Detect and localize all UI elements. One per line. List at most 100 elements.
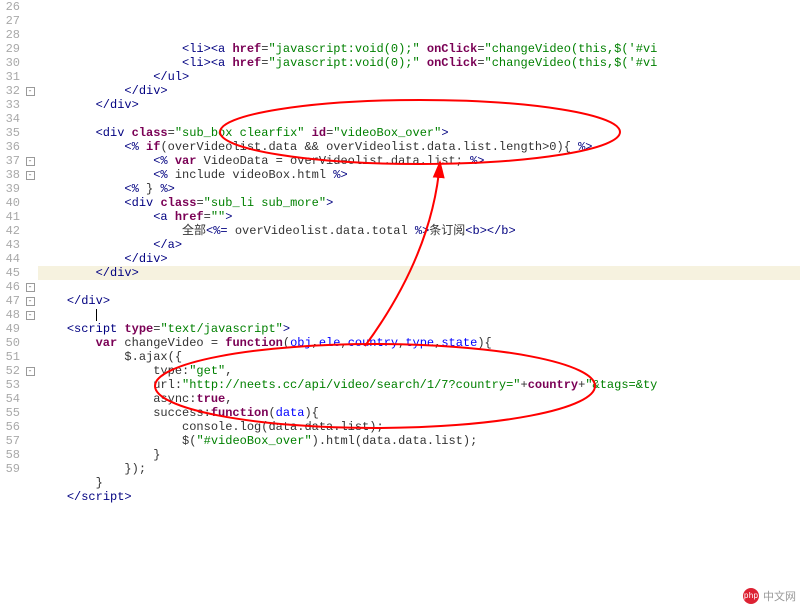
code-line[interactable]: <script type="text/javascript"> [38, 322, 800, 336]
fold-marker [22, 378, 38, 392]
fold-marker [22, 56, 38, 70]
fold-marker [22, 336, 38, 350]
line-number: 55 [0, 406, 22, 420]
fold-marker [22, 14, 38, 28]
line-number: 58 [0, 448, 22, 462]
line-numbers: 2627282930313233343536373839404142434445… [0, 0, 22, 606]
code-line[interactable] [38, 504, 800, 518]
line-number: 54 [0, 392, 22, 406]
code-line[interactable]: </div> [38, 294, 800, 308]
code-line[interactable]: <a href=""> [38, 210, 800, 224]
fold-marker [22, 126, 38, 140]
fold-minus-icon[interactable]: - [26, 367, 35, 376]
watermark-text: 中文网 [763, 588, 796, 604]
code-editor: 2627282930313233343536373839404142434445… [0, 0, 800, 606]
code-line[interactable] [38, 280, 800, 294]
code-line[interactable]: </div> [38, 84, 800, 98]
fold-minus-icon[interactable]: - [26, 283, 35, 292]
code-line[interactable]: }); [38, 462, 800, 476]
code-line[interactable]: </ul> [38, 70, 800, 84]
fold-minus-icon[interactable]: - [26, 171, 35, 180]
code-line[interactable]: 全部<%= overVideolist.data.total %>条订阅<b><… [38, 224, 800, 238]
fold-marker[interactable]: - [22, 294, 38, 308]
code-area[interactable]: <li><a href="javascript:void(0);" onClic… [38, 0, 800, 606]
fold-marker [22, 252, 38, 266]
text-caret [96, 309, 97, 321]
code-line[interactable]: <% include videoBox.html %> [38, 168, 800, 182]
gutter: 2627282930313233343536373839404142434445… [0, 0, 38, 606]
fold-marker[interactable]: - [22, 84, 38, 98]
fold-marker [22, 140, 38, 154]
fold-marker[interactable]: - [22, 168, 38, 182]
fold-marker [22, 392, 38, 406]
fold-marker [22, 0, 38, 14]
fold-minus-icon[interactable]: - [26, 297, 35, 306]
line-number: 31 [0, 70, 22, 84]
fold-marker[interactable]: - [22, 154, 38, 168]
line-number: 41 [0, 210, 22, 224]
code-line[interactable]: <div class="sub_box clearfix" id="videoB… [38, 126, 800, 140]
code-line[interactable]: success:function(data){ [38, 406, 800, 420]
fold-marker [22, 266, 38, 280]
fold-marker [22, 112, 38, 126]
line-number: 39 [0, 182, 22, 196]
fold-marker [22, 210, 38, 224]
line-number: 56 [0, 420, 22, 434]
line-number: 32 [0, 84, 22, 98]
line-number: 51 [0, 350, 22, 364]
line-number: 35 [0, 126, 22, 140]
code-line[interactable]: </script> [38, 490, 800, 504]
code-line[interactable] [38, 112, 800, 126]
line-number: 34 [0, 112, 22, 126]
line-number: 45 [0, 266, 22, 280]
code-line[interactable]: </div> [38, 266, 800, 280]
code-line[interactable]: <% if(overVideolist.data && overVideolis… [38, 140, 800, 154]
line-number: 29 [0, 42, 22, 56]
line-number: 46 [0, 280, 22, 294]
code-line[interactable]: console.log(data.data.list); [38, 420, 800, 434]
code-line[interactable]: </a> [38, 238, 800, 252]
line-number: 27 [0, 14, 22, 28]
fold-marker [22, 28, 38, 42]
fold-marker [22, 448, 38, 462]
watermark-logo-icon: php [743, 588, 759, 604]
line-number: 57 [0, 434, 22, 448]
code-line[interactable]: <% } %> [38, 182, 800, 196]
line-number: 50 [0, 336, 22, 350]
code-line[interactable]: var changeVideo = function(obj,ele,count… [38, 336, 800, 350]
code-line[interactable]: <li><a href="javascript:void(0);" onClic… [38, 42, 800, 56]
fold-marker [22, 322, 38, 336]
code-line[interactable]: <li><a href="javascript:void(0);" onClic… [38, 56, 800, 70]
line-number: 37 [0, 154, 22, 168]
line-number: 49 [0, 322, 22, 336]
code-line[interactable]: async:true, [38, 392, 800, 406]
code-line[interactable]: url:"http://neets.cc/api/video/search/1/… [38, 378, 800, 392]
code-line[interactable]: } [38, 448, 800, 462]
code-line[interactable]: } [38, 476, 800, 490]
code-line[interactable]: </div> [38, 252, 800, 266]
line-number: 38 [0, 168, 22, 182]
fold-marker [22, 42, 38, 56]
line-number: 59 [0, 462, 22, 476]
line-number: 30 [0, 56, 22, 70]
code-line[interactable]: type:"get", [38, 364, 800, 378]
fold-marker [22, 182, 38, 196]
fold-marker [22, 70, 38, 84]
fold-minus-icon[interactable]: - [26, 157, 35, 166]
fold-minus-icon[interactable]: - [26, 87, 35, 96]
fold-marker[interactable]: - [22, 308, 38, 322]
line-number: 40 [0, 196, 22, 210]
line-number: 47 [0, 294, 22, 308]
line-number: 48 [0, 308, 22, 322]
watermark: php 中文网 [743, 588, 796, 604]
fold-markers: - - - - - - - [22, 0, 38, 606]
code-line[interactable] [38, 308, 800, 322]
fold-marker[interactable]: - [22, 280, 38, 294]
fold-minus-icon[interactable]: - [26, 311, 35, 320]
code-line[interactable]: $("#videoBox_over").html(data.data.list)… [38, 434, 800, 448]
code-line[interactable]: $.ajax({ [38, 350, 800, 364]
fold-marker[interactable]: - [22, 364, 38, 378]
code-line[interactable]: <div class="sub_li sub_more"> [38, 196, 800, 210]
code-line[interactable]: </div> [38, 98, 800, 112]
code-line[interactable]: <% var VideoData = overVideolist.data.li… [38, 154, 800, 168]
